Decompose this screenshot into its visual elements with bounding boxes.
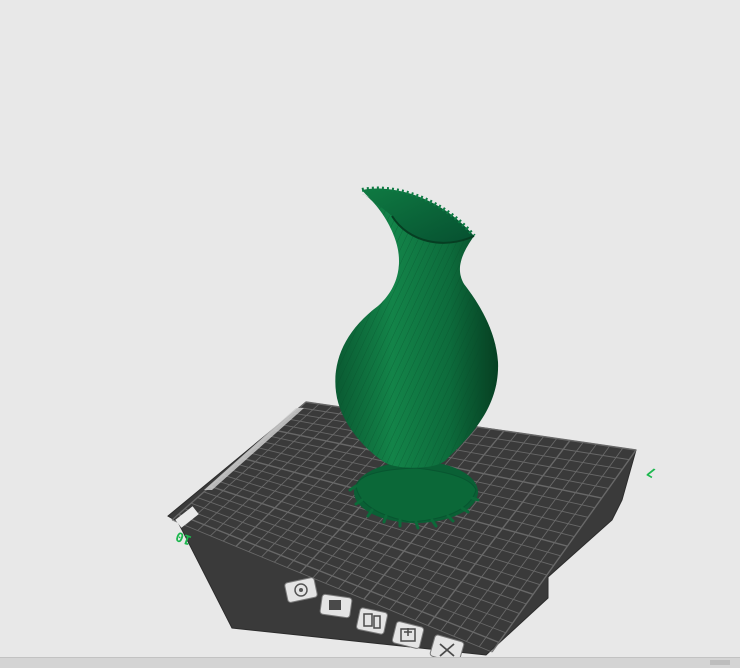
3d-viewport[interactable]: 10 7	[0, 0, 740, 667]
resize-grip-icon[interactable]	[710, 660, 730, 665]
view-toolbar-button-2-icon[interactable]	[319, 593, 353, 619]
status-bar	[0, 657, 740, 668]
